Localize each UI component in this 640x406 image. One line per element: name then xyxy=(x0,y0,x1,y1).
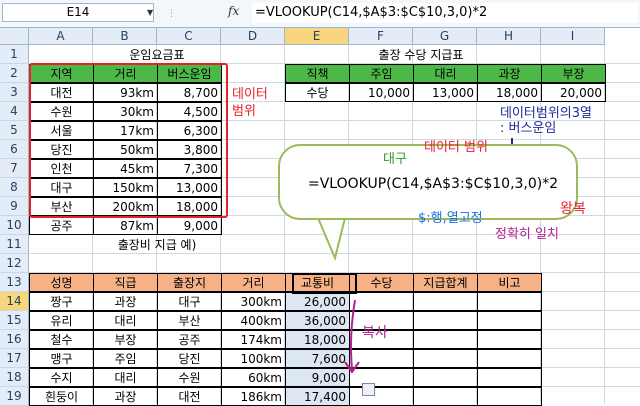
copy-arrow xyxy=(350,299,356,371)
annotation-third-col: 데이터범위의3열 : 버스운임 xyxy=(500,106,592,136)
annotation-copy: 복사 xyxy=(362,325,388,341)
paste-options-icon[interactable] xyxy=(362,383,375,396)
callout-formula: =VLOOKUP(C14,$A$3:$C$10,3,0)*2 xyxy=(308,176,559,192)
annotation-data-range-left: 데이터 범위 xyxy=(232,87,268,119)
annotation-round-trip: 왕복 xyxy=(560,201,586,217)
annotation-data-range: 데이터 범위 xyxy=(424,140,488,155)
annotation-abs-ref: $:행,열고정 xyxy=(418,211,483,226)
annotation-daegu: 대구 xyxy=(383,152,407,167)
callout-tail xyxy=(317,217,346,262)
annotation-exact-match: 정확히 일치 xyxy=(495,227,559,242)
